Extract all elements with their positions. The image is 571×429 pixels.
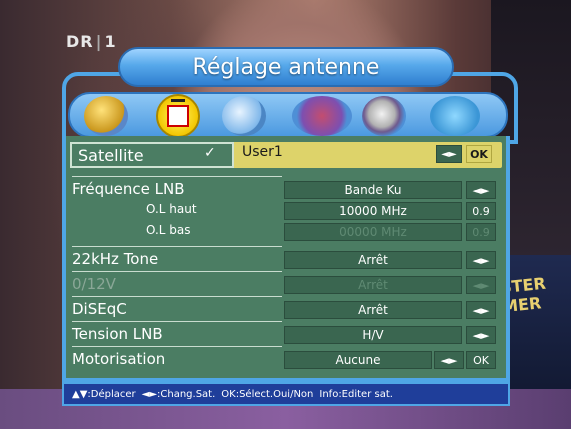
tools-icon[interactable] <box>292 96 352 136</box>
lnb-frequency-value[interactable]: Bande Ku <box>284 181 462 199</box>
divider <box>72 346 282 347</box>
v012-label: 0/12V <box>72 275 116 293</box>
dialog-title: Réglage antenne <box>118 47 454 87</box>
back-arrow-icon[interactable] <box>430 96 480 136</box>
channel-logo-name: DR <box>66 32 94 51</box>
help-bar: ▲▼:Déplacer ◄►:Chang.Sat. OK:Sélect.Oui/… <box>62 382 510 406</box>
tension-arrows[interactable]: ◄► <box>466 326 496 344</box>
satellite-check-icon[interactable]: ✓ <box>204 145 216 161</box>
help-move: ▲▼:Déplacer <box>72 388 136 400</box>
satellite-value[interactable]: User1 <box>242 144 283 160</box>
diseqc-label: DiSEqC <box>72 300 127 318</box>
tone-label: 22kHz Tone <box>72 250 159 268</box>
divider <box>72 271 282 272</box>
diseqc-arrows[interactable]: ◄► <box>466 301 496 319</box>
divider <box>72 176 282 177</box>
lnb-frequency-label: Fréquence LNB <box>72 180 185 198</box>
help-info: Info:Editer sat. <box>319 388 393 400</box>
settings-panel: Satellite ✓ User1 ◄► OK Fréquence LNB Ba… <box>62 136 510 382</box>
ol-haut-label: O.L haut <box>146 202 197 216</box>
divider <box>72 321 282 322</box>
satellite-ok-button[interactable]: OK <box>466 145 492 163</box>
channel-logo: DR | 1 <box>66 32 117 51</box>
tension-value[interactable]: H/V <box>284 326 462 344</box>
background-poster: STER MER <box>501 255 571 405</box>
ol-bas-value: 00000 MHz <box>284 223 462 241</box>
v012-arrows: ◄► <box>466 276 496 294</box>
divider <box>72 296 282 297</box>
ol-haut-value[interactable]: 10000 MHz <box>284 202 462 220</box>
v012-value: Arrêt <box>284 276 462 294</box>
motor-ok-button[interactable]: OK <box>466 351 496 369</box>
tone-value[interactable]: Arrêt <box>284 251 462 269</box>
ol-bas-button: 0.9 <box>466 223 496 241</box>
help-ok: OK:Sélect.Oui/Non <box>221 388 314 400</box>
ol-haut-button[interactable]: 0.9 <box>466 202 496 220</box>
antenna-tv-icon[interactable] <box>156 94 200 138</box>
background-poster-text: STER MER <box>501 273 547 317</box>
satellite-dish-icon[interactable] <box>84 96 128 136</box>
lnb-frequency-arrows[interactable]: ◄► <box>466 181 496 199</box>
motor-arrows[interactable]: ◄► <box>434 351 464 369</box>
divider <box>72 246 282 247</box>
search-icon[interactable] <box>222 96 266 136</box>
channel-logo-number: 1 <box>104 32 117 51</box>
stopwatch-icon[interactable] <box>362 96 406 136</box>
ol-bas-label: O.L bas <box>146 223 191 237</box>
tone-arrows[interactable]: ◄► <box>466 251 496 269</box>
help-change: ◄►:Chang.Sat. <box>141 388 216 400</box>
diseqc-value[interactable]: Arrêt <box>284 301 462 319</box>
motor-value[interactable]: Aucune <box>284 351 432 369</box>
tension-label: Tension LNB <box>72 325 163 343</box>
satellite-arrows[interactable]: ◄► <box>436 145 462 163</box>
motor-label: Motorisation <box>72 350 166 368</box>
